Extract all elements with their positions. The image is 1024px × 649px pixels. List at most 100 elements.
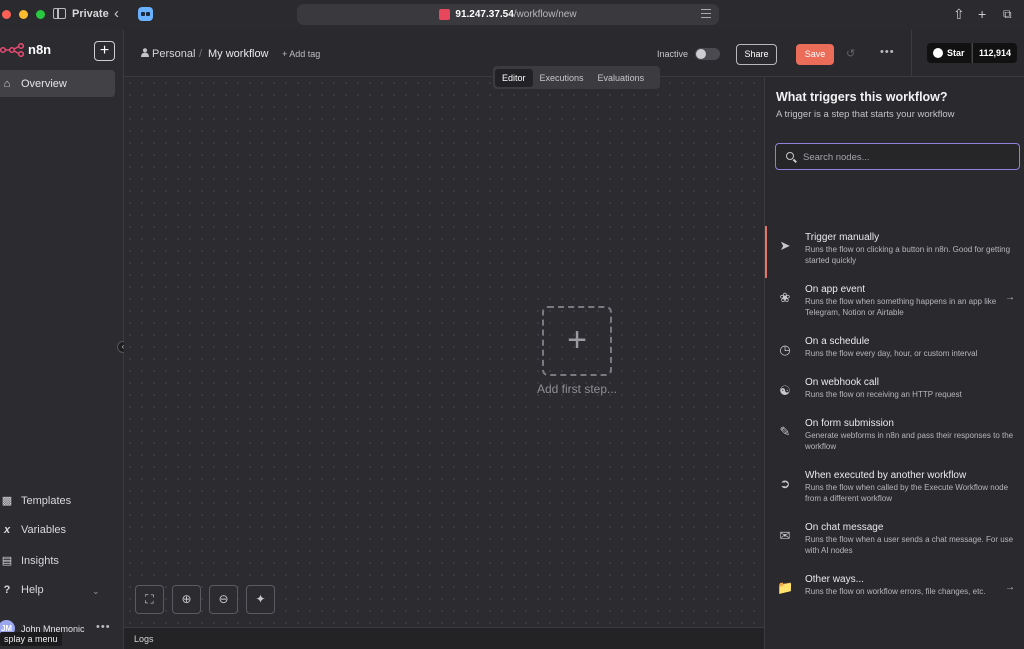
sidebar-item-label: Variables — [21, 524, 67, 536]
search-icon — [786, 152, 794, 160]
breadcrumb-project[interactable]: Personal — [141, 48, 195, 60]
maximize-window-button[interactable] — [36, 10, 45, 19]
window-controls — [2, 10, 45, 19]
node-title: On form submission — [805, 418, 894, 429]
add-first-step-button[interactable]: + — [542, 306, 612, 376]
node-title: On app event — [805, 284, 866, 295]
sidebar-item-label: Help — [21, 584, 44, 596]
status-label: Inactive — [657, 49, 689, 59]
sidebar-item-label: Insights — [21, 554, 59, 567]
more-options-icon[interactable]: ••• — [880, 46, 895, 58]
share-icon[interactable]: ⇧ — [953, 6, 965, 23]
sidebar-item-variables[interactable]: x Variables — [0, 524, 66, 536]
chat-icon: ✉ — [779, 528, 791, 543]
tab-overview-icon[interactable]: ⧉ — [1003, 7, 1012, 22]
workflow-canvas[interactable] — [124, 77, 764, 627]
form-icon: ✎ — [779, 424, 791, 439]
node-title: On chat message — [805, 522, 884, 533]
sign-in-icon: ➲ — [779, 476, 791, 491]
sidebar-item-overview[interactable]: ⌂ Overview — [0, 70, 115, 97]
breadcrumb-project-label: Personal — [152, 48, 196, 60]
site-favicon-icon — [439, 9, 451, 20]
breadcrumb-separator: / — [199, 48, 203, 60]
back-arrow-icon[interactable]: ‹ — [114, 5, 119, 22]
logs-panel-bar[interactable]: Logs — [124, 627, 764, 649]
help-icon: ? — [3, 584, 11, 596]
history-icon[interactable]: ↺ — [846, 47, 855, 60]
zoom-to-fit-button[interactable]: ⛶ — [135, 585, 164, 614]
search-input[interactable] — [803, 149, 1013, 165]
create-button[interactable]: + — [94, 41, 115, 61]
node-executed-by-workflow[interactable]: ➲ When executed by another workflow Runs… — [765, 470, 1024, 510]
node-trigger-manually[interactable]: ➤ Trigger manually Runs the flow on clic… — [765, 226, 1024, 278]
tab-editor[interactable]: Editor — [495, 68, 533, 87]
folder-icon: 📁 — [777, 580, 794, 595]
url-host: 91.247.37.54 — [455, 9, 514, 20]
user-icon — [141, 48, 149, 57]
panel-title: What triggers this workflow? — [776, 90, 948, 104]
view-tabs: Editor Executions Evaluations — [493, 66, 660, 89]
tidy-up-button[interactable]: ✦ — [246, 585, 275, 614]
github-star-button[interactable]: Star — [927, 43, 971, 63]
add-first-step-label: Add first step... — [536, 382, 618, 396]
url-path: /workflow/new — [513, 9, 577, 20]
zoom-in-button[interactable]: ⊕ — [172, 585, 201, 614]
node-description: Runs the flow when called by the Execute… — [805, 483, 1009, 503]
browser-toolbar: Private ‹ 91.247.37.54 /workflow/new ⇧ +… — [0, 0, 1024, 30]
share-button[interactable]: Share — [736, 44, 777, 65]
home-icon: ⌂ — [3, 77, 11, 90]
private-mode-label: Private — [72, 8, 109, 20]
n8n-logo[interactable]: n8n — [0, 42, 51, 57]
node-description: Generate webforms in n8n and pass their … — [805, 431, 1014, 451]
workflow-name[interactable]: My workflow — [208, 48, 269, 60]
variables-icon: x — [3, 524, 11, 536]
extension-icon[interactable] — [138, 7, 153, 21]
node-title: Trigger manually — [805, 232, 880, 243]
node-on-chat-message[interactable]: ✉ On chat message Runs the flow when a u… — [765, 522, 1024, 562]
node-on-app-event[interactable]: ❀ On app event Runs the flow when someth… — [765, 284, 1024, 324]
cursor-icon: ➤ — [779, 238, 791, 253]
zoom-out-button[interactable]: ⊖ — [209, 585, 238, 614]
save-button[interactable]: Save — [796, 44, 834, 65]
minimize-window-button[interactable] — [19, 10, 28, 19]
node-on-a-schedule[interactable]: ◷ On a schedule Runs the flow every day,… — [765, 336, 1024, 366]
reader-mode-icon[interactable] — [701, 9, 711, 18]
browser-sidebar-icon[interactable] — [53, 8, 66, 19]
node-description: Runs the flow on workflow errors, file c… — [805, 587, 986, 596]
node-description: Runs the flow on clicking a button in n8… — [805, 245, 1011, 265]
tooltip: splay a menu — [0, 632, 62, 646]
more-horizontal-icon[interactable]: ••• — [96, 621, 111, 633]
webhook-icon: ☯ — [779, 383, 791, 398]
panel-subtitle: A trigger is a step that starts your wor… — [776, 109, 955, 120]
node-title: On a schedule — [805, 336, 870, 347]
node-title: On webhook call — [805, 377, 879, 388]
address-bar[interactable]: 91.247.37.54 /workflow/new — [297, 4, 719, 25]
node-description: Runs the flow on receiving an HTTP reque… — [805, 390, 962, 399]
node-other-ways[interactable]: 📁 Other ways... Runs the flow on workflo… — [765, 574, 1024, 614]
close-window-button[interactable] — [2, 10, 11, 19]
left-sidebar: n8n + ⌂ Overview ▩ Templates x Variables… — [0, 30, 124, 649]
sidebar-item-templates[interactable]: ▩ Templates — [0, 494, 72, 508]
satellite-icon: ❀ — [779, 290, 791, 305]
add-tag-button[interactable]: + Add tag — [282, 49, 320, 59]
node-title: Other ways... — [805, 574, 864, 585]
sidebar-item-insights[interactable]: ▤ Insights — [0, 554, 59, 568]
tab-evaluations[interactable]: Evaluations — [591, 69, 652, 87]
new-tab-icon[interactable]: + — [978, 6, 986, 22]
arrow-right-icon: → — [1005, 292, 1015, 303]
node-on-webhook-call[interactable]: ☯ On webhook call Runs the flow on recei… — [765, 377, 1024, 407]
node-title: When executed by another workflow — [805, 470, 967, 481]
node-description: Runs the flow every day, hour, or custom… — [805, 349, 978, 358]
node-on-form-submission[interactable]: ✎ On form submission Generate webforms i… — [765, 418, 1024, 458]
chevron-down-icon[interactable]: ⌄ — [92, 586, 100, 597]
github-star-area: Star 112,914 — [911, 30, 1024, 77]
github-star-label: Star — [947, 48, 965, 58]
github-star-count[interactable]: 112,914 — [972, 43, 1017, 63]
sidebar-item-help[interactable]: ? Help — [0, 584, 44, 596]
sidebar-item-label: Templates — [21, 494, 72, 507]
logs-label: Logs — [134, 634, 154, 644]
arrow-right-icon: → — [1005, 582, 1015, 593]
active-toggle[interactable] — [695, 48, 720, 60]
tab-executions[interactable]: Executions — [533, 69, 591, 87]
clock-icon: ◷ — [779, 342, 791, 357]
